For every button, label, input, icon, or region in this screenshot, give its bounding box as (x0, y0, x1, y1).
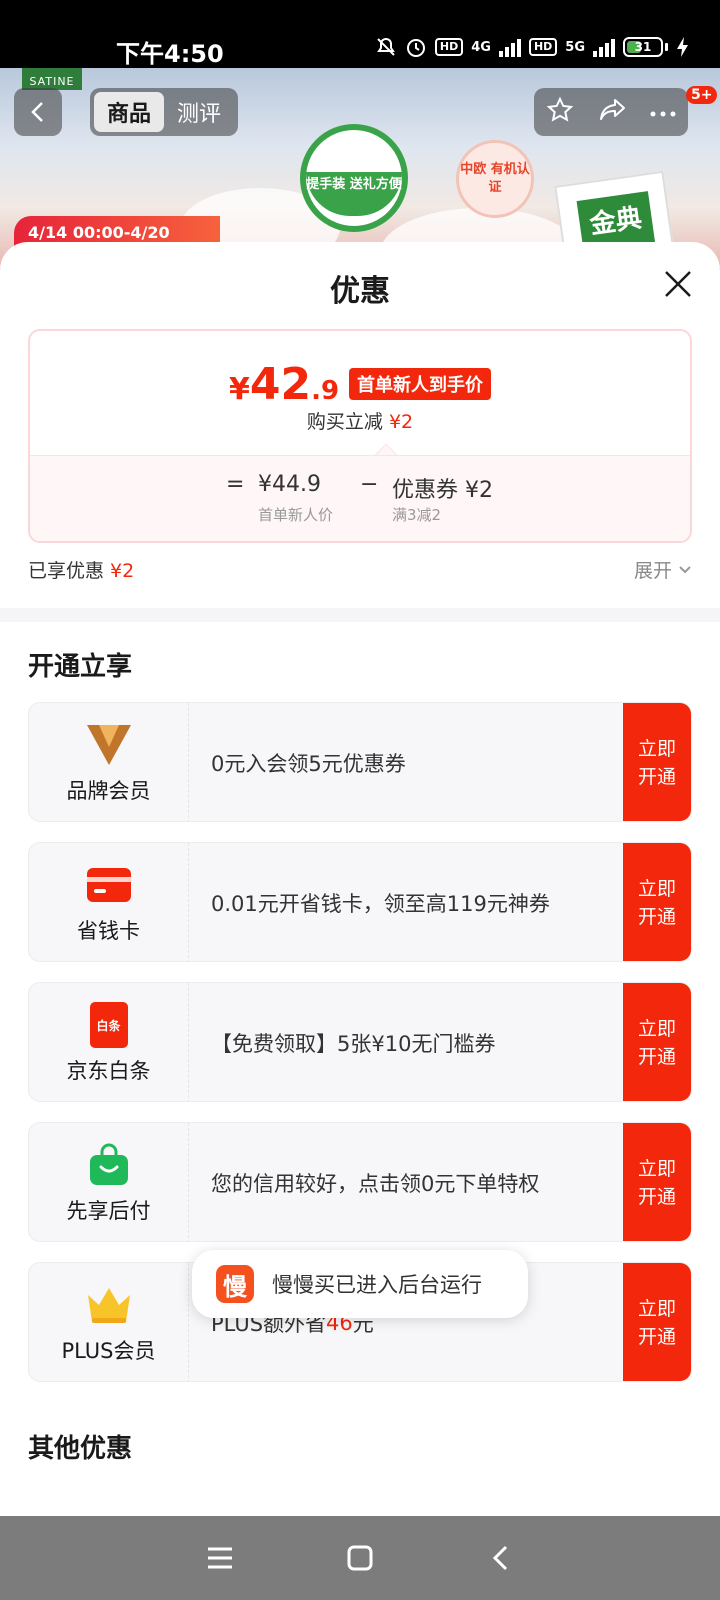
background-toast: 慢 慢慢买已进入后台运行 (192, 1250, 528, 1318)
coupon-amount: 优惠券 ¥2 (392, 478, 493, 503)
signal-icon-2 (593, 37, 615, 57)
app-icon: 慢 (216, 1265, 254, 1303)
section-title-open: 开通立享 (28, 652, 133, 682)
network-type-1: 4G (471, 39, 491, 55)
message-badge: 5+ (686, 86, 718, 104)
mute-icon (375, 36, 397, 58)
alarm-icon (405, 36, 427, 58)
open-button[interactable]: 立即 开通 (623, 1263, 691, 1381)
menu-icon (208, 1547, 232, 1569)
section-divider (0, 608, 720, 622)
open-button[interactable]: 立即 开通 (623, 983, 691, 1101)
favorite-star-icon[interactable] (546, 96, 574, 128)
close-icon (665, 271, 691, 297)
back-button[interactable] (14, 88, 62, 136)
back-nav-button[interactable] (480, 1538, 520, 1578)
coupon-condition: 满3减2 (392, 506, 442, 524)
baitiao-icon: 白条 (85, 1001, 133, 1049)
status-time: 下午4:50 (116, 40, 224, 68)
signal-icon-1 (498, 37, 521, 57)
more-icon[interactable] (650, 103, 676, 122)
reduce-info: 购买立减 ¥2 (306, 411, 414, 433)
price-card: ¥ 42 .9 首单新人到手价 购买立减 ¥2 = ¥44.9 首单新人价 − … (28, 329, 692, 543)
chevron-down-icon (679, 565, 691, 573)
toast-text: 慢慢买已进入后台运行 (272, 1273, 482, 1297)
base-price-label: 首单新人价 (258, 506, 334, 524)
offer-card-pay-later[interactable]: 先享后付 您的信用较好，点击领0元下单特权 立即 开通 (28, 1122, 692, 1242)
close-button[interactable] (656, 262, 700, 306)
open-button[interactable]: 立即 开通 (623, 1123, 691, 1241)
back-icon (492, 1545, 508, 1571)
enjoyed-discount-row: 已享优惠 ¥2 展开 (28, 556, 692, 588)
offer-card-brand-member[interactable]: 品牌会员 0元入会领5元优惠券 立即 开通 (28, 702, 692, 822)
offer-card-baitiao[interactable]: 白条 京东白条 【免费领取】5张¥10无门槛券 立即 开通 (28, 982, 692, 1102)
base-price: ¥44.9 (258, 472, 321, 497)
home-icon (347, 1545, 373, 1571)
price-tag: 首单新人到手价 (349, 368, 492, 400)
status-bar: 下午4:50 HD 4G HD 5G 31 (0, 0, 720, 68)
status-icons: HD 4G HD 5G 31 (375, 36, 690, 58)
tab-review[interactable]: 测评 (164, 92, 234, 132)
product-tabs: 商品 测评 (90, 88, 238, 136)
organic-sticker: 中欧 有机认证 (456, 140, 534, 218)
open-button[interactable]: 立即 开通 (623, 703, 691, 821)
hd-indicator-2: HD (528, 38, 558, 56)
final-price: ¥ 42 .9 首单新人到手价 (30, 359, 690, 410)
shopping-bag-icon (85, 1141, 133, 1189)
brand-member-icon (85, 721, 133, 769)
section-title-other: 其他优惠 (28, 1434, 133, 1464)
open-button[interactable]: 立即 开通 (623, 843, 691, 961)
top-actions (534, 88, 688, 136)
menu-button[interactable] (200, 1538, 240, 1578)
home-button[interactable] (340, 1538, 380, 1578)
network-type-2: 5G (565, 39, 585, 55)
brand-logo: SATINE (22, 68, 82, 90)
price-formula: = ¥44.9 首单新人价 − 优惠券 ¥2 满3减2 (30, 455, 690, 541)
offer-card-savings[interactable]: 省钱卡 0.01元开省钱卡，领至高119元神券 立即 开通 (28, 842, 692, 962)
savings-card-icon (85, 861, 133, 909)
share-icon[interactable] (597, 97, 627, 127)
hd-indicator: HD (434, 38, 464, 56)
crown-icon (85, 1281, 133, 1329)
discount-sheet: 优惠 ¥ 42 .9 首单新人到手价 购买立减 ¥2 = ¥44.9 首单新人价… (0, 242, 720, 1516)
battery-icon: 31 (623, 37, 668, 57)
sheet-title: 优惠 (330, 274, 390, 309)
chevron-left-icon (31, 102, 43, 122)
tab-product[interactable]: 商品 (94, 92, 164, 132)
system-nav-bar (0, 1516, 720, 1600)
product-image-area: SATINE 提手装 送礼方便 中欧 有机认证 金典 4/14 00:00-4/… (0, 68, 720, 268)
charging-icon (676, 36, 690, 58)
expand-button[interactable]: 展开 (634, 556, 692, 583)
gift-sticker: 提手装 送礼方便 (300, 124, 408, 232)
